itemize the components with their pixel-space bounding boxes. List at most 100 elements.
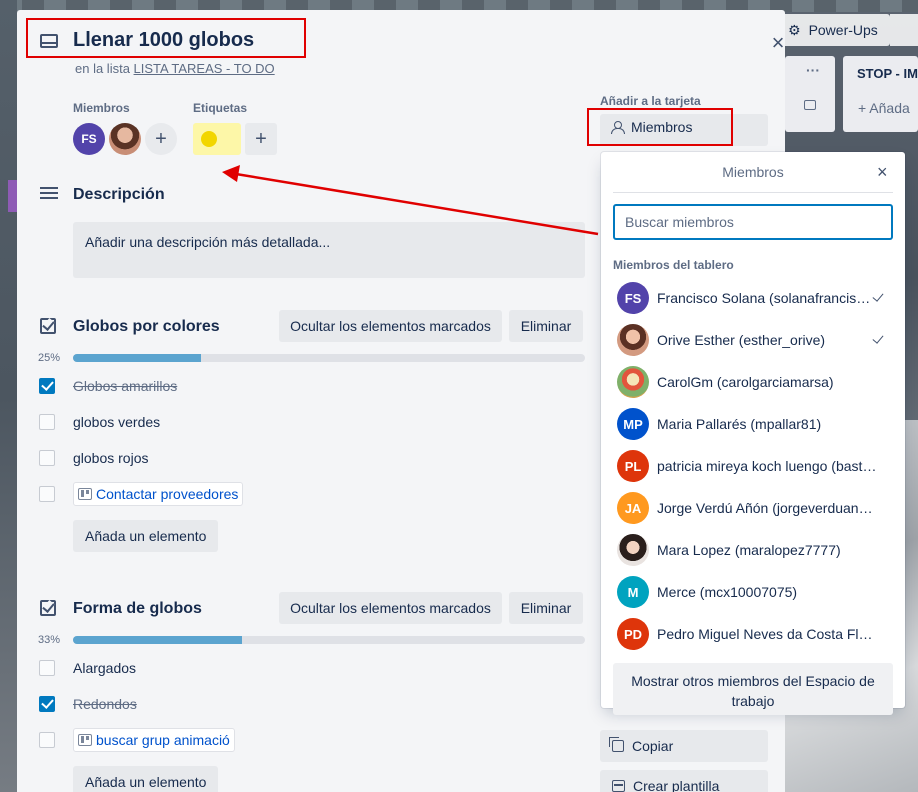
member-row[interactable]: FS Francisco Solana (solanafrancisco... [613, 278, 893, 318]
member-row[interactable]: Mara Lopez (maralopez7777) [613, 530, 893, 570]
board-members-label: Miembros del tablero [613, 258, 734, 272]
member-row[interactable]: M Merce (mcx10007075) [613, 572, 893, 612]
list-menu-icon[interactable]: ··· [806, 62, 820, 78]
copy-button[interactable]: Copiar [600, 730, 768, 762]
add-label-button[interactable]: + [245, 123, 277, 155]
add-to-card-label: Añadir a la tarjeta [600, 94, 701, 108]
trello-board-icon [78, 488, 92, 500]
checklist-item[interactable]: globos verdes [73, 414, 160, 430]
checklist-item-checkbox[interactable] [39, 660, 55, 676]
delete-checklist-button[interactable]: Eliminar [509, 310, 583, 342]
delete-checklist-button[interactable]: Eliminar [509, 592, 583, 624]
avatar: PD [617, 618, 649, 650]
card-list-breadcrumb: en la lista LISTA TAREAS - TO DO [75, 61, 275, 76]
member-row[interactable]: PL patricia mireya koch luengo (basted... [613, 446, 893, 486]
description-icon [40, 187, 58, 201]
checklist-progress-fill [73, 354, 201, 362]
checklist-item-link-text[interactable]: Contactar proveedores [96, 486, 238, 502]
popover-divider [613, 192, 893, 193]
description-input[interactable]: Añadir una descripción más detallada... [73, 222, 585, 278]
members-button[interactable]: Miembros [587, 108, 733, 146]
checklist-item-checkbox[interactable] [39, 486, 55, 502]
person-icon [611, 121, 625, 134]
checklist-item-checkbox[interactable] [39, 378, 55, 394]
add-member-button[interactable]: + [145, 123, 177, 155]
card-icon [40, 34, 58, 48]
checklist-item[interactable]: globos rojos [73, 450, 149, 466]
list-title[interactable]: STOP - IM [857, 66, 918, 81]
trello-board-icon [78, 734, 92, 746]
checklist-item-link-text[interactable]: buscar grup animació [96, 732, 230, 748]
search-members-input[interactable] [613, 204, 893, 240]
member-row[interactable]: PD Pedro Miguel Neves da Costa Flore... [613, 614, 893, 654]
checklist-item[interactable]: Redondos [73, 696, 137, 712]
member-row[interactable]: MP Maria Pallarés (mpallar81) [613, 404, 893, 444]
avatar: FS [617, 282, 649, 314]
avatar[interactable]: FS [73, 123, 105, 155]
checklist-progress [73, 354, 585, 362]
avatar [617, 366, 649, 398]
list-template-icon[interactable] [804, 100, 816, 110]
checklist-item[interactable]: Alargados [73, 660, 136, 676]
in-list-prefix: en la lista [75, 61, 130, 76]
member-name: Mara Lopez (maralopez7777) [657, 542, 841, 558]
checklist-item-link[interactable]: Contactar proveedores [73, 482, 244, 506]
copy-icon [609, 737, 624, 752]
member-row[interactable]: CarolGm (carolgarciamarsa) [613, 362, 893, 402]
checklist-title[interactable]: Globos por colores [73, 318, 220, 336]
checklist-percent: 25% [38, 352, 61, 364]
board-menu-edge[interactable] [890, 14, 918, 46]
create-template-label: Crear plantilla [633, 778, 720, 792]
checklist-item-checkbox[interactable] [39, 696, 55, 712]
member-row[interactable]: JA Jorge Verdú Añón (jorgeverduanon) [613, 488, 893, 528]
list-add-card[interactable]: + Añada [858, 100, 910, 116]
board-left-edge [0, 0, 17, 792]
show-workspace-members-button[interactable]: Mostrar otros miembros del Espacio de tr… [613, 663, 893, 715]
create-template-button[interactable]: Crear plantilla [600, 770, 768, 792]
close-icon[interactable]: × [769, 32, 785, 54]
close-icon[interactable]: × [877, 162, 888, 183]
checklist-item-link[interactable]: buscar grup animació [73, 728, 235, 752]
avatar[interactable] [109, 123, 141, 155]
member-name: Francisco Solana (solanafrancisco... [657, 290, 877, 306]
powerups-button[interactable]: ⚙ Power-Ups [780, 14, 890, 46]
checklist-item-checkbox[interactable] [39, 450, 55, 466]
avatar [617, 534, 649, 566]
checklist-icon [40, 317, 58, 335]
avatar [617, 324, 649, 356]
member-name: Merce (mcx10007075) [657, 584, 798, 600]
checklist-progress-fill [73, 636, 242, 644]
checklist-item[interactable]: Globos amarillos [73, 378, 177, 394]
checklist-icon [40, 599, 58, 617]
avatar: PL [617, 450, 649, 482]
hide-checked-button[interactable]: Ocultar los elementos marcados [279, 310, 502, 342]
add-checklist-item-button[interactable]: Añada un elemento [73, 520, 219, 552]
member-name: Maria Pallarés (mpallar81) [657, 416, 822, 432]
checklist-item-checkbox[interactable] [39, 732, 55, 748]
checklist-title[interactable]: Forma de globos [73, 600, 202, 618]
add-checklist-item-button[interactable]: Añada un elemento [73, 766, 219, 792]
hide-checked-button[interactable]: Ocultar los elementos marcados [279, 592, 502, 624]
powerups-icon: ⚙ [788, 21, 801, 38]
avatar: MP [617, 408, 649, 440]
avatar: JA [617, 492, 649, 524]
member-name: CarolGm (carolgarciamarsa) [657, 374, 834, 390]
member-name: Pedro Miguel Neves da Costa Flore... [657, 626, 877, 642]
copy-label: Copiar [632, 738, 674, 754]
member-name: Jorge Verdú Añón (jorgeverduanon) [657, 500, 877, 516]
member-name: patricia mireya koch luengo (basted... [657, 458, 877, 474]
members-button-label: Miembros [631, 119, 693, 135]
list-link[interactable]: LISTA TAREAS - TO DO [134, 61, 275, 76]
labels-label: Etiquetas [193, 101, 248, 115]
template-icon [612, 780, 625, 792]
checklist-percent: 33% [38, 634, 61, 646]
avatar: M [617, 576, 649, 608]
board-card-label-purple [8, 180, 17, 212]
description-title: Descripción [73, 186, 165, 203]
members-label: Miembros [73, 101, 130, 115]
powerups-label: Power-Ups [808, 22, 878, 38]
card-title[interactable]: Llenar 1000 globos [73, 29, 254, 52]
checklist-item-checkbox[interactable] [39, 414, 55, 430]
member-row[interactable]: Orive Esther (esther_orive) [613, 320, 893, 360]
label-color-dot [201, 131, 217, 147]
